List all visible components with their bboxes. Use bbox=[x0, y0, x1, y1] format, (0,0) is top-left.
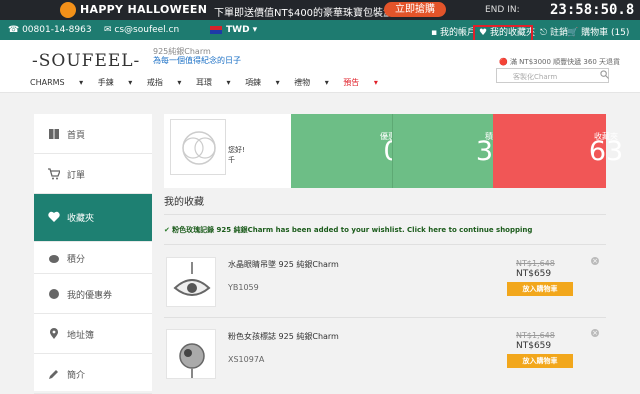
points-stat[interactable]: 積分 30 bbox=[392, 114, 493, 188]
divider bbox=[164, 214, 606, 215]
sidebar-item-label: 我的優惠券 bbox=[67, 288, 112, 301]
site-header: -SOUFEEL- 925純銀Charm 為每一個值得紀念的日子 CHARMS … bbox=[0, 40, 640, 93]
sidebar-item-label: 訂單 bbox=[67, 168, 85, 181]
nav-item-bracelets[interactable]: 手鍊 ▾ bbox=[98, 78, 133, 87]
shipping-info: 🔴 滿 NT$3000 順豐快遞 360 天退貨 bbox=[499, 57, 620, 67]
wishlist-notice[interactable]: ✔ 粉色玫瑰記錄 925 純銀Charm has been added to y… bbox=[164, 225, 532, 235]
taiwan-flag-icon bbox=[210, 26, 222, 34]
product-thumbnail[interactable] bbox=[166, 257, 216, 307]
email-link[interactable]: ✉ cs@soufeel.cn bbox=[104, 25, 179, 35]
product-name[interactable]: 水晶眼睛吊墜 925 純銀Charm bbox=[228, 259, 339, 270]
product-thumbnail[interactable] bbox=[166, 329, 216, 379]
search-icon[interactable] bbox=[600, 70, 609, 79]
product-name[interactable]: 粉色女孩標誌 925 純銀Charm bbox=[228, 331, 339, 342]
pencil-icon bbox=[48, 368, 60, 380]
eye-charm-image bbox=[167, 258, 217, 308]
phone-number: ☎ 00801-14-8963 bbox=[8, 25, 92, 35]
halloween-banner: HAPPY HALLOWEEN 下單即送價值NT$400的豪華珠寶包裝盒 立即搶… bbox=[0, 0, 640, 20]
page-title: 我的收藏 bbox=[164, 193, 204, 208]
logout-link[interactable]: ⎋ 註銷 bbox=[540, 25, 568, 38]
heart-icon bbox=[48, 211, 60, 223]
divider bbox=[164, 244, 606, 245]
sidebar-item-favorites[interactable]: 收藏夾 bbox=[34, 194, 152, 242]
nav-item-necklaces[interactable]: 項鍊 ▾ bbox=[245, 78, 280, 87]
remove-icon[interactable]: × bbox=[591, 329, 599, 337]
sidebar-item-label: 地址簿 bbox=[67, 328, 94, 341]
countdown-timer: 23:58:50.8 bbox=[550, 2, 634, 18]
pumpkin-icon bbox=[60, 2, 76, 18]
girl-charm-image bbox=[167, 330, 217, 380]
search-input[interactable]: 客製化Charm bbox=[496, 68, 609, 83]
sidebar-item-orders[interactable]: 訂單 bbox=[34, 154, 152, 194]
list-item: 粉色女孩標誌 925 純銀Charm XS1097A NT$1,648 NT$6… bbox=[164, 327, 606, 393]
add-to-cart-button[interactable]: 放入購物車 bbox=[507, 354, 573, 368]
sale-price: NT$659 bbox=[516, 269, 551, 279]
product-sku: YB1059 bbox=[228, 283, 259, 292]
top-bar: ☎ 00801-14-8963 ✉ cs@soufeel.cn TWD ▾ ▪ … bbox=[0, 20, 640, 40]
sidebar-item-home[interactable]: 首頁 bbox=[34, 114, 152, 154]
nav-item-preview[interactable]: 預告 ▾ bbox=[343, 78, 378, 87]
sidebar-item-address[interactable]: 地址簿 bbox=[34, 314, 152, 354]
cart-icon bbox=[48, 168, 60, 180]
username: 千 bbox=[228, 155, 235, 165]
list-item: 水晶眼睛吊墜 925 純銀Charm YB1059 NT$1,648 NT$65… bbox=[164, 255, 606, 321]
stat-value: 63 bbox=[550, 136, 640, 167]
account-sidebar: 首頁 訂單 收藏夾 積分 我的優惠券 地址簿 簡介 bbox=[34, 114, 152, 391]
nav-item-gifts[interactable]: 禮物 ▾ bbox=[294, 78, 329, 87]
soufeel-emblem-icon bbox=[171, 120, 227, 176]
sidebar-item-label: 收藏夾 bbox=[67, 211, 94, 224]
original-price: NT$1,648 bbox=[516, 331, 555, 340]
product-sku: XS1097A bbox=[228, 355, 264, 364]
banner-promo: 下單即送價值NT$400的豪華珠寶包裝盒 bbox=[214, 4, 393, 19]
coupons-stat[interactable]: 優惠卷 0 bbox=[291, 114, 392, 188]
avatar[interactable] bbox=[170, 119, 226, 175]
book-icon bbox=[48, 128, 60, 140]
map-pin-icon bbox=[48, 328, 60, 340]
profile-card: 您好! 千 bbox=[164, 114, 291, 188]
sidebar-item-label: 積分 bbox=[67, 252, 85, 265]
sidebar-item-label: 首頁 bbox=[67, 128, 85, 141]
banner-title: HAPPY HALLOWEEN bbox=[80, 3, 207, 16]
original-price: NT$1,648 bbox=[516, 259, 555, 268]
nav-item-charms[interactable]: CHARMS ▾ bbox=[30, 78, 83, 87]
piggy-bank-icon bbox=[48, 252, 60, 264]
currency-selector[interactable]: TWD ▾ bbox=[226, 25, 257, 35]
my-account-link[interactable]: ▪ 我的帳戶 bbox=[431, 25, 476, 38]
end-in-label: END IN: bbox=[485, 5, 520, 15]
coins-icon bbox=[48, 288, 60, 300]
cart-link[interactable]: 🛒 購物車 (15) bbox=[567, 25, 629, 38]
main-nav: CHARMS ▾ 手鍊 ▾ 戒指 ▾ 耳環 ▾ 項鍊 ▾ 禮物 ▾ 預告 ▾ bbox=[30, 77, 390, 88]
nav-item-earrings[interactable]: 耳環 ▾ bbox=[196, 78, 231, 87]
sidebar-item-coupons[interactable]: 我的優惠券 bbox=[34, 274, 152, 314]
buy-now-button[interactable]: 立即搶購 bbox=[384, 2, 446, 17]
sidebar-item-profile[interactable]: 簡介 bbox=[34, 354, 152, 394]
sidebar-item-points[interactable]: 積分 bbox=[34, 242, 152, 274]
tagline-sub: 為每一個值得紀念的日子 bbox=[153, 55, 241, 66]
greeting: 您好! bbox=[228, 145, 245, 155]
sale-price: NT$659 bbox=[516, 341, 551, 351]
add-to-cart-button[interactable]: 放入購物車 bbox=[507, 282, 573, 296]
favorites-stat[interactable]: 收藏夾 63 bbox=[493, 114, 606, 188]
sidebar-item-label: 簡介 bbox=[67, 368, 85, 381]
divider bbox=[164, 317, 606, 318]
nav-item-rings[interactable]: 戒指 ▾ bbox=[147, 78, 182, 87]
remove-icon[interactable]: × bbox=[591, 257, 599, 265]
soufeel-logo[interactable]: -SOUFEEL- bbox=[32, 51, 140, 71]
